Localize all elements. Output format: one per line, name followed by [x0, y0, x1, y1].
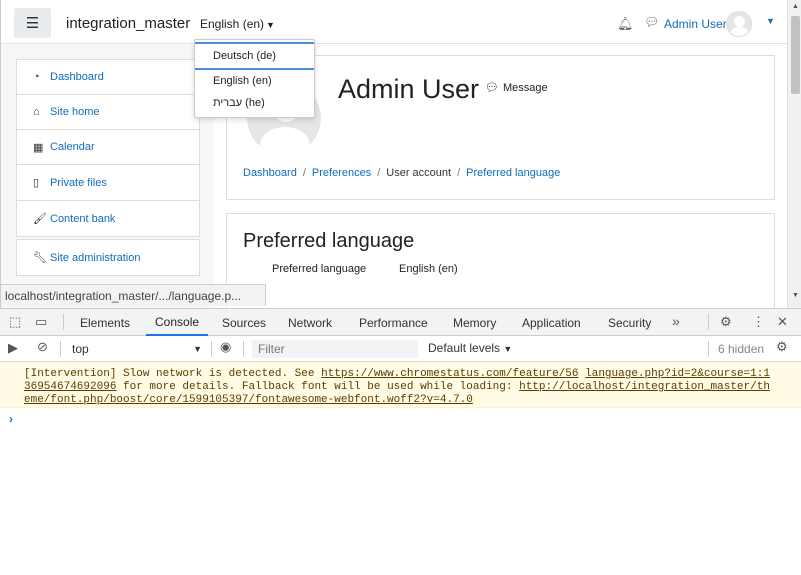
- menu-toggle-button[interactable]: ☰: [14, 8, 51, 38]
- menu-item-english[interactable]: English (en): [195, 70, 314, 92]
- language-dropdown-menu: Deutsch (de) English (en) עברית (he): [194, 39, 315, 118]
- tab-elements[interactable]: Elements: [80, 309, 130, 336]
- message-icon: 💬︎: [485, 82, 499, 94]
- paint-brush-icon: 🖌︎: [33, 213, 47, 225]
- bell-icon[interactable]: 🔔︎: [617, 16, 634, 32]
- device-toolbar-icon[interactable]: ▭: [35, 314, 47, 330]
- close-icon[interactable]: ✕: [777, 314, 788, 330]
- breadcrumb-user-account: User account: [386, 167, 452, 179]
- devtools-tabbar: ⬚ ▭ Elements Console Sources Network Per…: [0, 309, 801, 336]
- console-prompt-chevron-icon[interactable]: ›: [9, 412, 13, 426]
- nav-group-admin: 🔧︎ Site administration: [16, 239, 200, 276]
- file-icon: ▯: [33, 177, 40, 189]
- tab-memory[interactable]: Memory: [453, 309, 496, 336]
- wrench-icon: 🔧︎: [33, 252, 47, 264]
- devtools-panel: ⬚ ▭ Elements Console Sources Network Per…: [0, 308, 801, 575]
- font-url-link[interactable]: http://localhost/integration_master/th: [519, 381, 770, 393]
- section-heading: Preferred language: [243, 230, 415, 252]
- font-url-link-continued[interactable]: eme/font.php/boost/core/1599105397/fonta…: [24, 394, 473, 406]
- dashboard-icon: ◔: [33, 71, 40, 83]
- hidden-count: 6 hidden: [718, 342, 765, 356]
- nav-group-content: 🖌︎ Content bank: [16, 200, 200, 237]
- tab-performance[interactable]: Performance: [359, 309, 428, 336]
- caret-down-icon[interactable]: ▼: [766, 16, 775, 26]
- breadcrumb: Dashboard / Preferences / User account / Prefe…: [243, 167, 561, 179]
- message-button[interactable]: 💬︎ Message: [485, 81, 548, 94]
- chromestatus-link-continued[interactable]: 36954674692096: [24, 381, 116, 393]
- tab-application[interactable]: Application: [522, 309, 581, 336]
- menu-item-deutsch[interactable]: Deutsch (de): [195, 42, 314, 70]
- sidebar-toggle-icon[interactable]: ▶: [8, 340, 18, 356]
- browser-page: ☰ integration_master English (en) ▼ 🔔︎ 💬︎…: [0, 0, 801, 308]
- chromestatus-link[interactable]: https://www.chromestatus.com/feature/56: [321, 368, 578, 380]
- home-icon: ⌂: [33, 106, 40, 118]
- console-toolbar: ▶ ⊘ top▼ ◉ Default levels ▼ 6 hidden ⚙: [0, 336, 801, 362]
- breadcrumb-preferences[interactable]: Preferences: [312, 167, 371, 179]
- site-name[interactable]: integration_master: [66, 15, 190, 32]
- link-status-bar: localhost/integration_master/.../languag…: [1, 284, 266, 306]
- navbar: ☰ integration_master English (en) ▼ 🔔︎ 💬︎…: [1, 0, 787, 44]
- avatar[interactable]: [726, 11, 752, 37]
- tab-sources[interactable]: Sources: [222, 309, 266, 336]
- tab-console[interactable]: Console: [146, 309, 209, 336]
- nav-item-site-home[interactable]: ⌂ Site home: [17, 95, 199, 130]
- source-link[interactable]: language.php?id=2&course=1:1: [585, 368, 770, 380]
- language-menu-toggle[interactable]: English (en) ▼: [200, 17, 275, 31]
- hamburger-icon: ☰: [25, 15, 40, 32]
- caret-down-icon: ▼: [266, 20, 275, 30]
- console-warning-message: [Intervention] Slow network is detected.…: [0, 362, 801, 408]
- caret-down-icon: ▼: [503, 344, 513, 354]
- calendar-icon: ▦: [33, 141, 44, 154]
- nav-item-site-administration[interactable]: 🔧︎ Site administration: [17, 240, 199, 275]
- message-icon[interactable]: 💬︎: [644, 15, 659, 29]
- breadcrumb-preferred-language[interactable]: Preferred language: [466, 167, 560, 179]
- page-title: Admin User: [338, 74, 480, 104]
- nav-item-calendar[interactable]: ▦ Calendar: [17, 130, 199, 165]
- settings-gear-icon[interactable]: ⚙: [720, 314, 732, 330]
- preferred-language-card: Preferred language Preferred language En…: [226, 213, 775, 308]
- console-settings-gear-icon[interactable]: ⚙: [776, 339, 788, 355]
- scroll-thumb[interactable]: [791, 16, 800, 94]
- user-menu-name[interactable]: Admin User: [664, 17, 727, 31]
- language-select[interactable]: English (en): [399, 263, 458, 275]
- log-levels-select[interactable]: Default levels ▼: [428, 341, 512, 355]
- more-tabs-icon[interactable]: »: [672, 313, 680, 329]
- tab-security[interactable]: Security: [608, 309, 651, 336]
- page-scrollbar[interactable]: ▲ ▼: [787, 0, 801, 308]
- breadcrumb-dashboard[interactable]: Dashboard: [243, 167, 297, 179]
- scroll-up-icon[interactable]: ▲: [792, 3, 799, 10]
- caret-down-icon: ▼: [193, 344, 202, 354]
- field-label: Preferred language: [272, 263, 367, 275]
- nav-item-dashboard[interactable]: ◔ Dashboard: [17, 60, 199, 95]
- nav-item-private-files[interactable]: ▯ Private files: [17, 165, 199, 200]
- language-label: English (en): [200, 17, 265, 31]
- nav-item-content-bank[interactable]: 🖌︎ Content bank: [17, 201, 199, 236]
- console-filter-input[interactable]: [252, 340, 418, 358]
- more-options-icon[interactable]: ⋮: [752, 314, 765, 330]
- nav-group-main: ◔ Dashboard ⌂ Site home ▦ Calendar ▯ Private…: [16, 59, 200, 201]
- context-select[interactable]: top ▼: [66, 340, 206, 358]
- eye-icon[interactable]: ◉: [220, 339, 231, 355]
- menu-item-hebrew[interactable]: עברית (he): [195, 92, 314, 114]
- inspect-element-icon[interactable]: ⬚: [9, 314, 21, 330]
- tab-network[interactable]: Network: [288, 309, 332, 336]
- scroll-down-icon[interactable]: ▼: [792, 292, 799, 299]
- clear-console-icon[interactable]: ⊘: [37, 339, 48, 355]
